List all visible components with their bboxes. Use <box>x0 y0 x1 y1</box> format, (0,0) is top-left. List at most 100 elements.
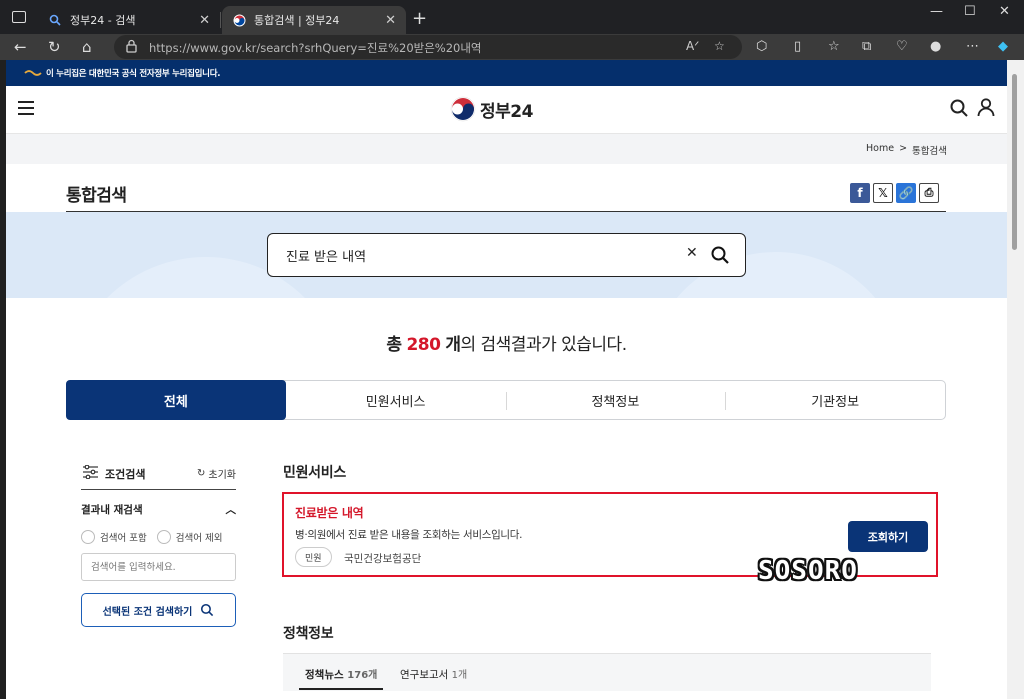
reset-button[interactable]: ↻ 초기화 <box>197 466 236 481</box>
policy-info-heading: 정책정보 <box>283 626 334 642</box>
address-bar[interactable]: https://www.gov.kr/search?srhQuery=진료%20… <box>114 35 742 59</box>
summary-suffix: 의 검색결과가 있습니다. <box>460 335 627 355</box>
official-site-banner: 이 누리집은 대한민국 공식 전자정부 누리집입니다. <box>6 60 1007 86</box>
radio-include-label: 검색어 포함 <box>100 533 147 544</box>
reset-label: 초기화 <box>208 470 236 481</box>
profile-icon[interactable]: ● <box>930 39 941 54</box>
subtab-count: 176개 <box>347 670 378 681</box>
result-tag: 민원 <box>295 547 332 567</box>
page-title-bar: 통합검색 f 𝕏 🔗 ⎙ <box>66 164 946 212</box>
url-text: https://www.gov.kr/search?srhQuery=진료%20… <box>149 40 482 56</box>
favorites-icon[interactable]: ☆ <box>828 39 840 54</box>
result-count: 280 <box>406 335 441 355</box>
browser-essentials-icon[interactable]: ♡ <box>896 39 908 54</box>
breadcrumb-home[interactable]: Home <box>866 143 894 157</box>
reset-icon: ↻ <box>197 468 206 479</box>
gov-favicon-icon <box>232 13 246 27</box>
read-aloud-icon[interactable]: Aᐟ <box>686 39 699 53</box>
home-icon[interactable]: ⌂ <box>82 38 92 56</box>
breadcrumb: Home > 통합검색 <box>866 143 947 157</box>
result-description: 병·의원에서 진료 받은 내용을 조회하는 서비스입니다. <box>295 529 523 541</box>
policy-subtabs: 정책뉴스 176개 연구보고서 1개 <box>283 653 931 691</box>
subtab-count: 1개 <box>451 670 468 681</box>
url-host: https://www.gov.kr <box>149 41 257 55</box>
scrollbar-thumb[interactable] <box>1012 74 1017 250</box>
radio-include[interactable]: 검색어 포함 <box>81 530 147 544</box>
header-search-icon[interactable] <box>949 98 969 118</box>
gov-mark-icon <box>24 70 42 76</box>
research-options: 검색어 포함 검색어 제외 <box>81 530 236 544</box>
radio-exclude[interactable]: 검색어 제외 <box>156 530 223 544</box>
search-input[interactable] <box>286 244 666 266</box>
copilot-icon[interactable]: ◆ <box>998 39 1008 54</box>
category-tabs: 전체 민원서비스 정책정보 기관정보 <box>66 380 946 420</box>
radio-circle[interactable] <box>156 530 171 544</box>
search-icon <box>201 603 214 617</box>
lock-icon <box>126 39 137 53</box>
minimize-icon[interactable]: — <box>930 4 943 19</box>
filter-title: 조건검색 <box>105 468 146 481</box>
summary-prefix: 총 <box>386 335 402 355</box>
subtab-label: 연구보고서 <box>400 669 449 681</box>
banner-text: 이 누리집은 대한민국 공식 전자정부 누리집입니다. <box>46 69 221 79</box>
taegeuk-emblem-icon <box>450 96 476 122</box>
window-close-icon[interactable]: ✕ <box>999 4 1010 19</box>
research-section-header[interactable]: 결과내 재검색 ︿ <box>81 502 236 517</box>
summary-unit: 개 <box>445 335 461 355</box>
search-box: ✕ <box>267 233 746 277</box>
result-organization: 국민건강보험공단 <box>344 553 422 565</box>
filter-panel: 조건검색 ↻초기화 결과내 재검색 ︿ 검색어 포함 검색어 제외 선택된 조건… <box>81 460 236 627</box>
new-tab-icon[interactable]: + <box>412 8 427 29</box>
x-share-icon[interactable]: 𝕏 <box>873 183 893 203</box>
watermark-text: SOSORO <box>758 556 858 586</box>
logo-text: 정부24 <box>480 101 533 122</box>
clear-search-icon[interactable]: ✕ <box>686 245 698 261</box>
print-icon[interactable]: ⎙ <box>919 183 939 203</box>
search-favicon-icon <box>48 13 62 27</box>
browser-tab-search[interactable]: 정부24 - 검색 ✕ <box>38 6 220 34</box>
filter-sliders-icon <box>83 465 98 479</box>
refresh-icon[interactable]: ↻ <box>48 38 61 56</box>
maximize-icon[interactable]: ☐ <box>964 4 976 19</box>
page-title: 통합검색 <box>66 186 127 206</box>
research-input[interactable] <box>81 553 236 581</box>
result-title[interactable]: 진료받은 내역 <box>295 504 364 521</box>
tab-policy-info[interactable]: 정책정보 <box>505 381 726 419</box>
subtab-policy-news[interactable]: 정책뉴스 176개 <box>298 666 384 690</box>
extensions-icon[interactable]: ⬡ <box>756 39 767 54</box>
more-menu-icon[interactable]: ⋯ <box>966 39 979 54</box>
radio-exclude-label: 검색어 제외 <box>175 533 223 544</box>
result-summary: 총 280 개의 검색결과가 있습니다. <box>6 330 1007 355</box>
tab-close-icon[interactable]: ✕ <box>199 13 210 28</box>
tab-close-icon[interactable]: ✕ <box>385 13 396 28</box>
filter-header: 조건검색 ↻ 초기화 <box>81 460 236 490</box>
collections-icon[interactable]: ⧉ <box>862 39 871 54</box>
collapse-chevron-icon[interactable]: ︿ <box>226 502 237 517</box>
menu-hamburger-icon[interactable] <box>18 101 34 115</box>
back-icon[interactable]: ← <box>14 38 27 56</box>
page-scrollbar[interactable] <box>1007 60 1024 699</box>
browser-tab-bar: 정부24 - 검색 ✕ 통합검색 | 정부24 ✕ + — ☐ ✕ <box>0 0 1024 36</box>
subtab-research-report[interactable]: 연구보고서 1개 <box>400 666 467 682</box>
breadcrumb-bar: Home > 통합검색 <box>6 134 1007 164</box>
gov24-logo[interactable]: 정부24 <box>450 96 533 122</box>
subtab-label: 정책뉴스 <box>305 669 344 681</box>
tab-actions-icon[interactable] <box>12 11 26 23</box>
split-screen-icon[interactable]: ▯ <box>794 39 801 54</box>
favorite-star-icon[interactable]: ☆ <box>714 39 725 53</box>
copy-link-icon[interactable]: 🔗 <box>896 183 916 203</box>
facebook-share-icon[interactable]: f <box>850 183 870 203</box>
tab-agency-info[interactable]: 기관정보 <box>725 381 945 419</box>
search-submit-icon[interactable] <box>710 245 730 265</box>
web-page: 이 누리집은 대한민국 공식 전자정부 누리집입니다. 정부24 Home > … <box>6 60 1007 699</box>
browser-tab-gov24[interactable]: 통합검색 | 정부24 ✕ <box>222 6 406 34</box>
tab-label: 정부24 - 검색 <box>70 14 136 27</box>
header-user-icon[interactable] <box>976 97 996 117</box>
address-toolbar: ← ↻ ⌂ https://www.gov.kr/search?srhQuery… <box>0 34 1024 60</box>
tab-civil-service[interactable]: 민원서비스 <box>286 381 506 419</box>
tab-label: 통합검색 | 정부24 <box>254 14 340 27</box>
apply-filter-button[interactable]: 선택된 조건 검색하기 <box>81 593 236 627</box>
tab-all[interactable]: 전체 <box>66 380 286 420</box>
inquiry-button[interactable]: 조회하기 <box>848 521 928 552</box>
radio-circle[interactable] <box>81 530 95 544</box>
